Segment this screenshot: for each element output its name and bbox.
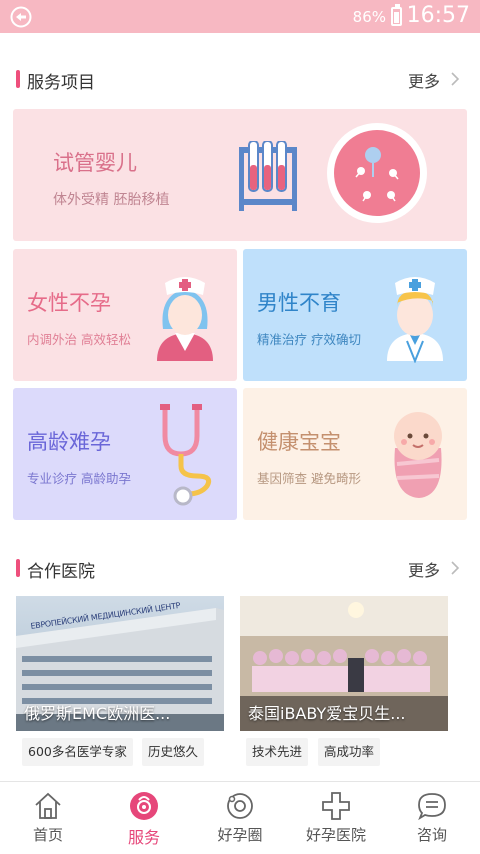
chevron-right-icon[interactable]: [450, 560, 460, 576]
swaddled-baby-icon: [394, 412, 442, 498]
card-female-infertility[interactable]: 女性不孕 内调外治 高效轻松: [13, 249, 237, 381]
tab-label: 首页: [32, 826, 63, 844]
card-title: 男性不育: [257, 291, 341, 315]
hospital-tag: 历史悠久: [142, 738, 205, 766]
tab-hospital[interactable]: 好孕医院: [288, 782, 384, 854]
hospital-tag: 技术先进: [246, 738, 309, 766]
card-healthy-baby[interactable]: 健康宝宝 基因筛查 避免畸形: [243, 388, 467, 520]
card-male-infertility[interactable]: 男性不育 精准治疗 疗效确切: [243, 249, 467, 381]
circle-community-icon: [227, 793, 253, 819]
stethoscope-icon: [160, 404, 212, 506]
card-title: 高龄难孕: [27, 430, 111, 454]
embryo-dish-icon: [327, 123, 427, 223]
hospital-tag: 600多名医学专家: [22, 738, 133, 766]
ivf-title: 试管婴儿: [53, 151, 137, 175]
tab-services[interactable]: 服务: [96, 782, 192, 854]
nurse-female-icon: [157, 277, 213, 361]
battery-icon: [391, 4, 402, 26]
hospital-card-ibaby[interactable]: 泰国iBABY爱宝贝生... 技术先进 高成功率: [240, 596, 448, 781]
hospitals-title: 合作医院: [27, 562, 95, 582]
section-marker: [16, 70, 20, 88]
card-title: 健康宝宝: [257, 430, 341, 454]
test-tube-rack-icon: [239, 141, 297, 211]
hospitals-header: 合作医院 更多: [0, 554, 480, 584]
baby-face-icon: [130, 792, 158, 820]
ivf-banner[interactable]: 试管婴儿 体外受精 胚胎移植: [13, 109, 467, 241]
hospitals-more-link[interactable]: 更多: [408, 557, 440, 581]
tab-label: 好孕医院: [305, 826, 366, 844]
chat-bubble-icon: [418, 793, 446, 821]
hospital-name: 泰国iBABY爱宝贝生...: [248, 704, 406, 723]
card-subtitle: 专业诊疗 高龄助孕: [27, 471, 131, 486]
section-marker: [16, 559, 20, 577]
card-title: 女性不孕: [27, 291, 111, 315]
card-subtitle: 内调外治 高效轻松: [27, 332, 131, 347]
services-more-link[interactable]: 更多: [408, 68, 440, 92]
doctor-male-icon: [387, 277, 443, 363]
hospital-name: 俄罗斯EMC欧洲医...: [24, 704, 171, 723]
card-subtitle: 精准治疗 疗效确切: [257, 332, 361, 347]
hospital-tag: 高成功率: [318, 738, 381, 766]
chevron-right-icon[interactable]: [450, 71, 460, 87]
app-indicator-icon: [10, 6, 32, 28]
hospital-card-emc[interactable]: ЕВРОПЕЙСКИЙ МЕДИЦИНСКИЙ ЦЕНТР 俄罗斯EMC欧洲医.…: [16, 596, 224, 781]
battery-percentage: 86%: [352, 8, 386, 26]
card-advanced-age[interactable]: 高龄难孕 专业诊疗 高龄助孕: [13, 388, 237, 520]
tab-label: 咨询: [416, 826, 447, 844]
services-header: 服务项目 更多: [0, 65, 480, 95]
bottom-tab-bar: 首页 服务 好孕圈 好孕医院 咨询: [0, 781, 480, 854]
status-bar: 86% 16:57: [0, 0, 480, 33]
tab-label: 服务: [127, 828, 160, 847]
home-icon: [35, 792, 61, 819]
clock: 16:57: [406, 3, 470, 28]
tab-consult[interactable]: 咨询: [384, 782, 480, 854]
tab-label: 好孕圈: [217, 826, 263, 844]
card-subtitle: 基因筛查 避免畸形: [257, 471, 361, 486]
medical-cross-icon: [322, 792, 350, 820]
services-title: 服务项目: [27, 73, 95, 93]
tab-home[interactable]: 首页: [0, 782, 96, 854]
ivf-subtitle: 体外受精 胚胎移植: [53, 192, 170, 208]
tab-community[interactable]: 好孕圈: [192, 782, 288, 854]
